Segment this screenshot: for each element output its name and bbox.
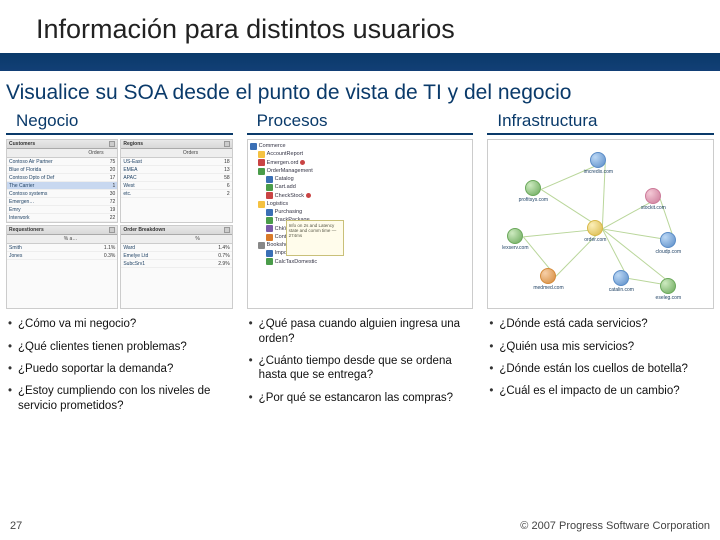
panel-order_breakdown: Order Breakdown%Ward1.4%Emelye Ltd0.7%Su…	[120, 225, 232, 309]
copyright: © 2007 Progress Software Corporation	[520, 520, 710, 532]
col-head-negocio: Negocio	[6, 109, 233, 135]
bullet-item: ¿Cómo va mi negocio?	[8, 317, 231, 331]
page-number: 27	[10, 520, 22, 532]
page-subtitle: Visualice su SOA desde el punto de vista…	[0, 71, 720, 109]
column-procesos: Procesos CommerceAccountReportEmergen.or…	[247, 109, 474, 421]
proc-callout: Info on 2s and Latency state and comm ti…	[286, 220, 344, 256]
infra-node: catalin.com	[606, 270, 636, 293]
column-infra: Infrastructura imcredix.com profitsys.com…	[487, 109, 714, 421]
bullet-item: ¿Qué clientes tienen problemas?	[8, 340, 231, 354]
col-head-infra: Infrastructura	[487, 109, 714, 135]
footer: 27 © 2007 Progress Software Corporation	[0, 520, 720, 532]
bullet-item: ¿Por qué se estancaron las compras?	[249, 391, 472, 405]
bullets-procesos: ¿Qué pasa cuando alguien ingresa una ord…	[247, 317, 474, 413]
bullet-item: ¿Quién usa mis servicios?	[489, 340, 712, 354]
infra-node: medmed.com	[533, 268, 563, 291]
bullet-item: ¿Dónde está cada servicios?	[489, 317, 712, 331]
bullet-item: ¿Dónde están los cuellos de botella?	[489, 362, 712, 376]
bullet-item: ¿Qué pasa cuando alguien ingresa una ord…	[249, 317, 472, 346]
col-head-procesos: Procesos	[247, 109, 474, 135]
page-title: Información para distintos usuarios	[36, 14, 720, 45]
column-negocio: Negocio CustomersOrdersContoso Air Partn…	[6, 109, 233, 421]
bullet-item: ¿Cuánto tiempo desde que se ordena hasta…	[249, 354, 472, 383]
infra-node: stockit.com	[638, 188, 668, 211]
infra-node: eseleg.com	[653, 278, 683, 301]
bullet-item: ¿Estoy cumpliendo con los niveles de ser…	[8, 384, 231, 413]
infra-node: imcredix.com	[583, 152, 613, 175]
infra-visual: imcredix.com profitsys.com stockit.com lexs…	[487, 139, 714, 309]
infra-node: lexserv.com	[500, 228, 530, 251]
bullet-item: ¿Cuál es el impacto de un cambio?	[489, 384, 712, 398]
panel-customers: CustomersOrdersContoso Air Partner75Blue…	[6, 139, 118, 223]
panel-regions: RegionsOrdersUS-East18EMEA13APAC58West6e…	[120, 139, 232, 223]
infra-node: profitsys.com	[518, 180, 548, 203]
header-bar	[0, 53, 720, 71]
bullets-negocio: ¿Cómo va mi negocio? ¿Qué clientes tienen…	[6, 317, 233, 421]
infra-node: cloudp.com	[653, 232, 683, 255]
infra-node: order.com	[580, 220, 610, 243]
procesos-visual: CommerceAccountReportEmergen.ordOrderMan…	[247, 139, 474, 309]
bullets-infra: ¿Dónde está cada servicios? ¿Quién usa mi…	[487, 317, 714, 407]
negocio-visual: CustomersOrdersContoso Air Partner75Blue…	[6, 139, 233, 309]
panel-requestioners: Requestioners% a…Smith1.1%Jones0.3%	[6, 225, 118, 309]
bullet-item: ¿Puedo soportar la demanda?	[8, 362, 231, 376]
